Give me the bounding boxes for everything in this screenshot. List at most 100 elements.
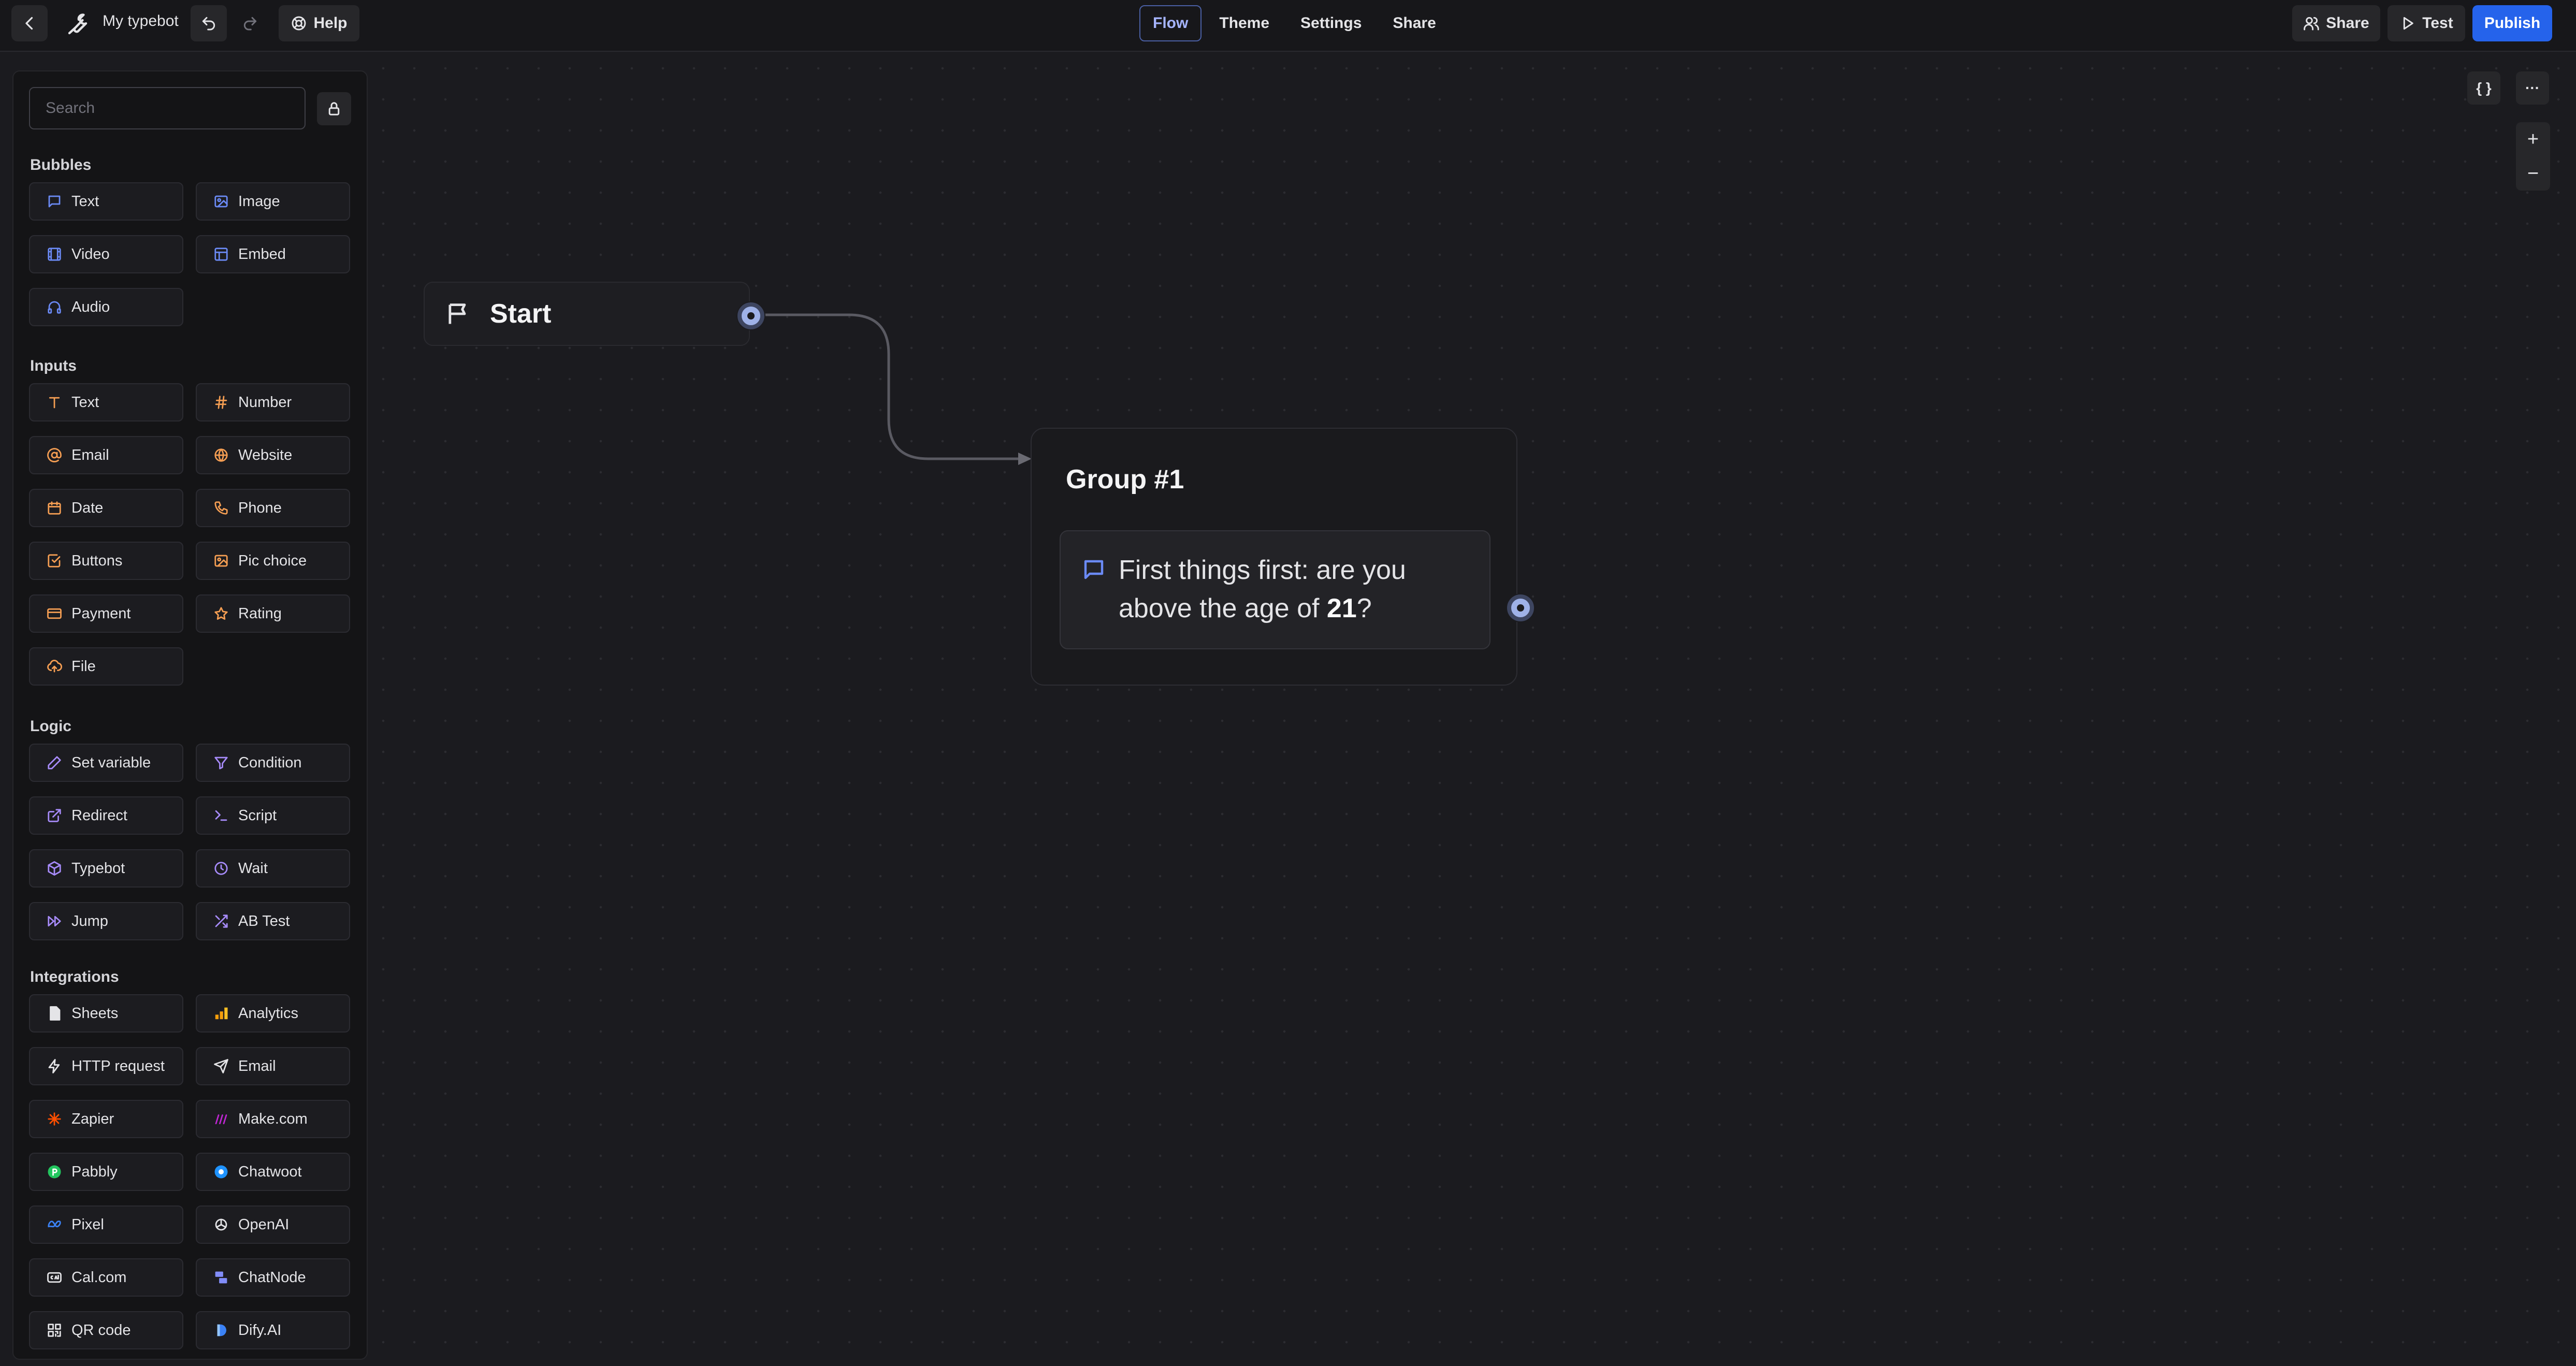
item-label: Sheets	[71, 1005, 119, 1022]
message-square-icon	[1081, 557, 1108, 584]
shuffle-icon	[212, 912, 230, 930]
block-message: First things first: are you above the ag…	[1119, 551, 1471, 628]
block-integration-dify[interactable]: Dify.AI	[196, 1311, 350, 1349]
undo-button[interactable]	[191, 5, 227, 41]
wrench-icon[interactable]	[62, 8, 93, 39]
item-label: Chatwoot	[238, 1163, 302, 1180]
block-input-buttons[interactable]: Buttons	[29, 542, 183, 580]
share-label: Share	[2326, 14, 2369, 32]
start-node[interactable]: Start	[424, 282, 750, 346]
share-button[interactable]: Share	[2292, 5, 2380, 41]
block-integration-http-request[interactable]: HTTP request	[29, 1047, 183, 1085]
play-icon	[2404, 17, 2414, 30]
block-input-file[interactable]: File	[29, 647, 183, 686]
star-icon	[212, 605, 230, 622]
block-input-date[interactable]: Date	[29, 489, 183, 527]
more-options-button[interactable]: ···	[2516, 71, 2549, 105]
image-icon	[212, 552, 230, 570]
block-bubble-embed[interactable]: Embed	[196, 235, 350, 273]
item-label: Number	[238, 394, 292, 411]
block-integration-make[interactable]: Make.com	[196, 1100, 350, 1138]
block-integration-openai[interactable]: OpenAI	[196, 1205, 350, 1244]
block-input-phone[interactable]: Phone	[196, 489, 350, 527]
block-logic-condition[interactable]: Condition	[196, 744, 350, 782]
item-label: Jump	[71, 912, 108, 929]
flow-canvas[interactable]	[368, 53, 2576, 1366]
redo-button[interactable]	[232, 5, 268, 41]
block-logic-wait[interactable]: Wait	[196, 849, 350, 888]
block-logic-jump[interactable]: Jump	[29, 902, 183, 940]
lock-sidebar-button[interactable]	[317, 92, 351, 125]
tab-flow[interactable]: Flow	[1139, 5, 1202, 41]
block-input-rating[interactable]: Rating	[196, 594, 350, 633]
chatnode-icon	[212, 1269, 230, 1286]
search-input[interactable]	[29, 87, 306, 129]
headphones-icon	[46, 298, 63, 316]
publish-button[interactable]: Publish	[2472, 5, 2552, 41]
block-logic-redirect[interactable]: Redirect	[29, 796, 183, 835]
block-bubble-text[interactable]: Text	[29, 182, 183, 221]
chevron-left-icon	[25, 17, 33, 30]
item-label: Set variable	[71, 754, 151, 771]
block-bubble-video[interactable]: Video	[29, 235, 183, 273]
item-label: Pic choice	[238, 552, 307, 569]
block-integration-pabbly[interactable]: Pabbly	[29, 1153, 183, 1191]
clock-icon	[212, 860, 230, 877]
film-icon	[46, 245, 63, 263]
group-output-port[interactable]	[1507, 594, 1534, 621]
block-bubble-audio[interactable]: Audio	[29, 288, 183, 326]
block-logic-ab-test[interactable]: AB Test	[196, 902, 350, 940]
help-button[interactable]: Help	[279, 5, 359, 41]
terminal-icon	[212, 807, 230, 824]
lock-icon	[328, 102, 340, 115]
group-title[interactable]: Group #1	[1066, 464, 1184, 495]
block-input-number[interactable]: Number	[196, 383, 350, 422]
block-integration-chatwoot[interactable]: Chatwoot	[196, 1153, 350, 1191]
block-integration-cal[interactable]: Cal.com	[29, 1258, 183, 1297]
type-icon	[46, 394, 63, 411]
tab-share[interactable]: Share	[1379, 5, 1449, 41]
block-input-payment[interactable]: Payment	[29, 594, 183, 633]
typebot-name[interactable]: My typebot	[103, 12, 179, 30]
help-buoy-icon	[292, 16, 306, 31]
block-integration-qr-code[interactable]: QR code	[29, 1311, 183, 1349]
zoom-out-button[interactable]: −	[2516, 156, 2550, 191]
item-label: Embed	[238, 245, 286, 263]
group-node[interactable]: Group #1 First things first: are you abo…	[1031, 428, 1517, 686]
tab-settings[interactable]: Settings	[1287, 5, 1375, 41]
block-logic-script[interactable]: Script	[196, 796, 350, 835]
sheets-icon	[46, 1005, 63, 1022]
item-label: Rating	[238, 605, 282, 622]
analytics-icon	[212, 1005, 230, 1022]
zap-icon	[46, 1057, 63, 1075]
block-bubble-image[interactable]: Image	[196, 182, 350, 221]
section-inputs: Inputs	[30, 357, 77, 374]
block-integration-pixel[interactable]: Pixel	[29, 1205, 183, 1244]
text-bubble-block[interactable]: First things first: are you above the ag…	[1060, 530, 1490, 649]
tab-theme[interactable]: Theme	[1206, 5, 1283, 41]
start-output-port[interactable]	[737, 302, 764, 329]
block-input-website[interactable]: Website	[196, 436, 350, 474]
item-label: Text	[71, 394, 99, 411]
qr-code-icon	[46, 1321, 63, 1339]
blocks-sidebar: Bubbles Text Image Video Embed Audio Inp…	[12, 70, 368, 1360]
block-integration-analytics[interactable]: Analytics	[196, 994, 350, 1033]
zoom-in-button[interactable]: +	[2516, 122, 2550, 156]
block-logic-set-variable[interactable]: Set variable	[29, 744, 183, 782]
item-label: Video	[71, 245, 110, 263]
block-input-email[interactable]: Email	[29, 436, 183, 474]
item-label: ChatNode	[238, 1269, 306, 1286]
test-button[interactable]: Test	[2387, 5, 2465, 41]
block-integration-chatnode[interactable]: ChatNode	[196, 1258, 350, 1297]
block-integration-zapier[interactable]: Zapier	[29, 1100, 183, 1138]
back-button[interactable]	[11, 5, 48, 41]
block-integration-sheets[interactable]: Sheets	[29, 994, 183, 1033]
block-input-pic-choice[interactable]: Pic choice	[196, 542, 350, 580]
item-label: Cal.com	[71, 1269, 127, 1286]
variables-button[interactable]: { }	[2467, 71, 2500, 105]
pabbly-icon	[46, 1163, 63, 1181]
check-square-icon	[46, 552, 63, 570]
block-input-text[interactable]: Text	[29, 383, 183, 422]
block-integration-email[interactable]: Email	[196, 1047, 350, 1085]
block-logic-typebot[interactable]: Typebot	[29, 849, 183, 888]
